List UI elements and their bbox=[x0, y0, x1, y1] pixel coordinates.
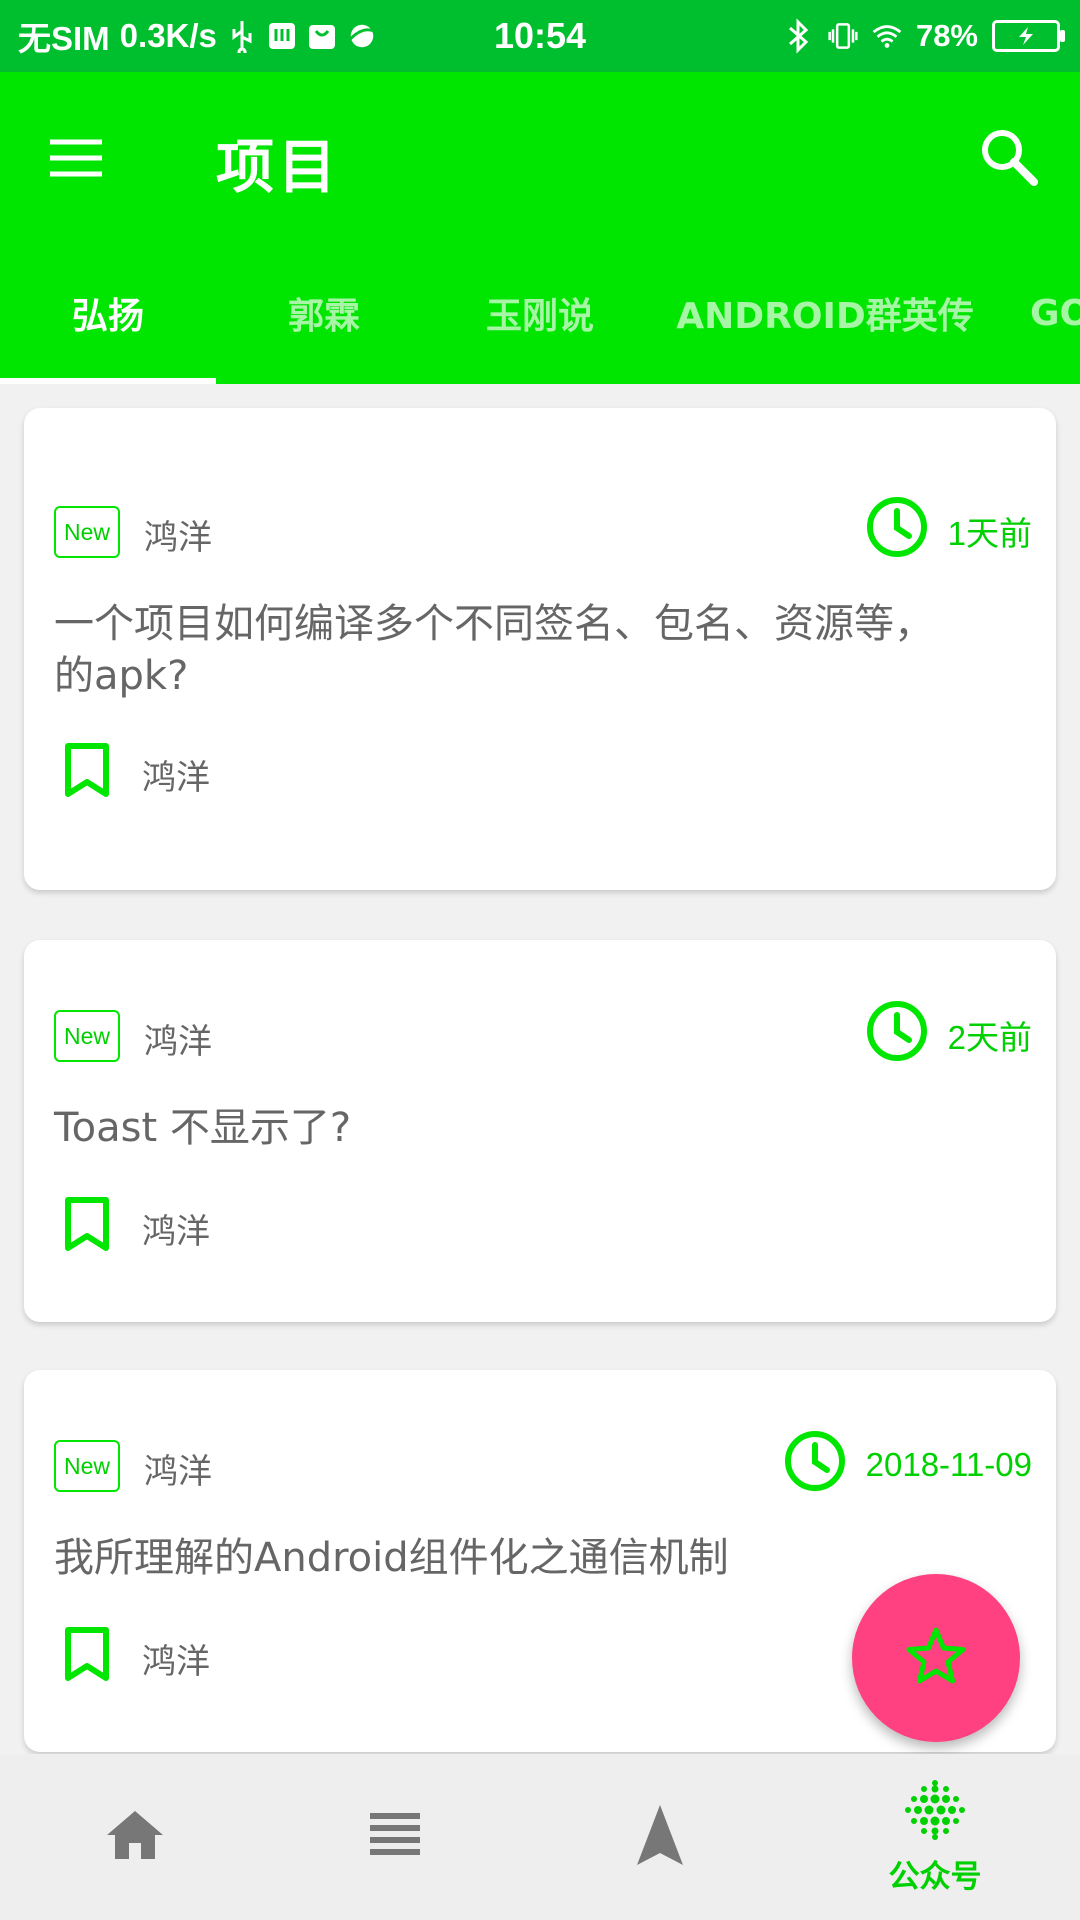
nav-wechat[interactable]: 公众号 bbox=[800, 1754, 1070, 1920]
publish-time: 2018-11-09 bbox=[784, 1430, 1032, 1500]
page-title: 项目 bbox=[216, 133, 341, 201]
tab-yugangshuo[interactable]: 玉刚说 bbox=[432, 242, 648, 384]
nav-label-wechat: 公众号 bbox=[888, 1858, 982, 1895]
bookmark-icon[interactable] bbox=[64, 1196, 110, 1252]
article-title-line: 我所理解的Android组件化之通信机制 bbox=[54, 1535, 729, 1581]
time-text: 2天前 bbox=[947, 1019, 1032, 1056]
chapter-name[interactable]: 鸿洋 bbox=[142, 1634, 210, 1683]
wifi-icon bbox=[872, 21, 902, 51]
bluetooth-icon bbox=[784, 18, 814, 54]
new-badge: New bbox=[54, 1010, 120, 1062]
tab-hongyang[interactable]: 弘扬 bbox=[0, 242, 216, 384]
vibrate-icon bbox=[828, 21, 858, 51]
time-text: 1天前 bbox=[947, 515, 1032, 552]
battery-percent: 78% bbox=[915, 18, 978, 53]
new-badge: New bbox=[54, 506, 120, 558]
navigation-icon bbox=[635, 1803, 685, 1871]
article-title[interactable]: 一个项目如何编译多个不同签名、包名、资源等， 的apk? bbox=[54, 598, 996, 702]
article-card[interactable]: New 鸿洋 1天前 一个项目如何编译多个不同签名、包名、资源等， 的apk? … bbox=[24, 408, 1056, 890]
article-title-line: Toast 不显示了? bbox=[54, 1105, 352, 1151]
clock-icon bbox=[866, 1000, 928, 1070]
nav-home[interactable] bbox=[0, 1754, 270, 1920]
status-right: 78% bbox=[784, 0, 1065, 72]
battery-icon bbox=[992, 20, 1065, 52]
menu-icon[interactable] bbox=[46, 128, 106, 188]
bookmark-icon[interactable] bbox=[64, 742, 110, 798]
list-icon bbox=[368, 1810, 422, 1864]
star-icon bbox=[905, 1626, 967, 1690]
author-name: 鸿洋 bbox=[144, 518, 212, 558]
article-title-line: 的apk? bbox=[54, 653, 189, 699]
app-bar: 项目 bbox=[0, 72, 1080, 242]
time-text: 2018-11-09 bbox=[865, 1446, 1032, 1483]
bookmark-icon[interactable] bbox=[64, 1626, 110, 1682]
publish-time: 2天前 bbox=[866, 1000, 1032, 1070]
nav-navigation[interactable] bbox=[525, 1754, 795, 1920]
search-icon[interactable] bbox=[976, 124, 1042, 190]
clock-icon bbox=[866, 496, 928, 566]
article-card[interactable]: New 鸿洋 2天前 Toast 不显示了? 鸿洋 bbox=[24, 940, 1056, 1322]
tab-go[interactable]: GO bbox=[1030, 242, 1080, 384]
home-icon bbox=[103, 1807, 167, 1867]
new-badge: New bbox=[54, 1440, 120, 1492]
nav-list[interactable] bbox=[260, 1754, 530, 1920]
tab-guolin[interactable]: 郭霖 bbox=[216, 242, 432, 384]
article-list: New 鸿洋 1天前 一个项目如何编译多个不同签名、包名、资源等， 的apk? … bbox=[0, 384, 1080, 1754]
status-bar: 无SIM 0.3K/s 10:54 78% bbox=[0, 0, 1080, 72]
chapter-name[interactable]: 鸿洋 bbox=[142, 750, 210, 799]
article-title-line: 一个项目如何编译多个不同签名、包名、资源等， bbox=[54, 601, 934, 647]
author-name: 鸿洋 bbox=[144, 1452, 212, 1492]
clock-icon bbox=[784, 1430, 846, 1500]
wechat-dots-icon bbox=[904, 1779, 966, 1845]
tab-android-qunyingzhuan[interactable]: ANDROID群英传 bbox=[660, 242, 990, 384]
bottom-navigation: 公众号 bbox=[0, 1754, 1080, 1920]
author-name: 鸿洋 bbox=[144, 1022, 212, 1062]
article-title[interactable]: Toast 不显示了? bbox=[54, 1102, 996, 1154]
tab-bar: 弘扬 郭霖 玉刚说 ANDROID群英传 GO bbox=[0, 242, 1080, 384]
favorite-fab-button[interactable] bbox=[852, 1574, 1020, 1742]
chapter-name[interactable]: 鸿洋 bbox=[142, 1204, 210, 1253]
article-title[interactable]: 我所理解的Android组件化之通信机制 bbox=[54, 1532, 996, 1584]
publish-time: 1天前 bbox=[866, 496, 1032, 566]
